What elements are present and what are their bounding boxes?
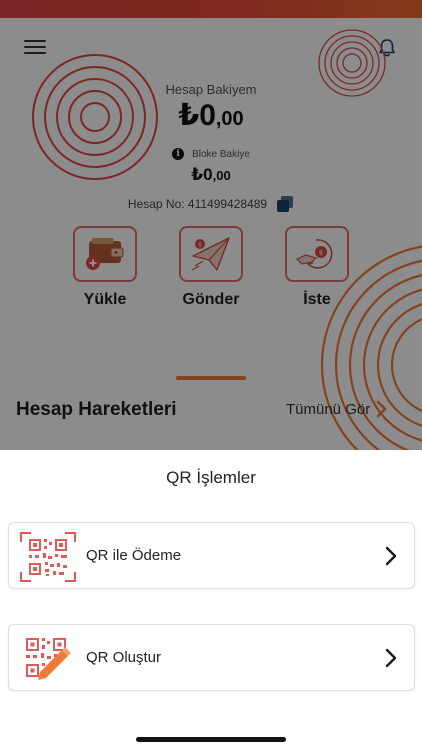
sheet-title: QR İşlemler [166, 468, 256, 487]
chevron-right-icon [385, 648, 397, 668]
chevron-right-icon [385, 546, 397, 566]
home-indicator [136, 737, 286, 742]
qr-actions-sheet: QR İşlemler QR ile Ödeme QR Oluştur [0, 450, 422, 750]
qr-create-option[interactable]: QR Oluştur [8, 624, 415, 691]
option-label: QR ile Ödeme [86, 547, 182, 564]
qr-payment-option[interactable]: QR ile Ödeme [8, 522, 415, 589]
qr-scan-icon [20, 532, 76, 582]
option-label: QR Oluştur [86, 649, 162, 666]
qr-create-icon [26, 638, 71, 680]
